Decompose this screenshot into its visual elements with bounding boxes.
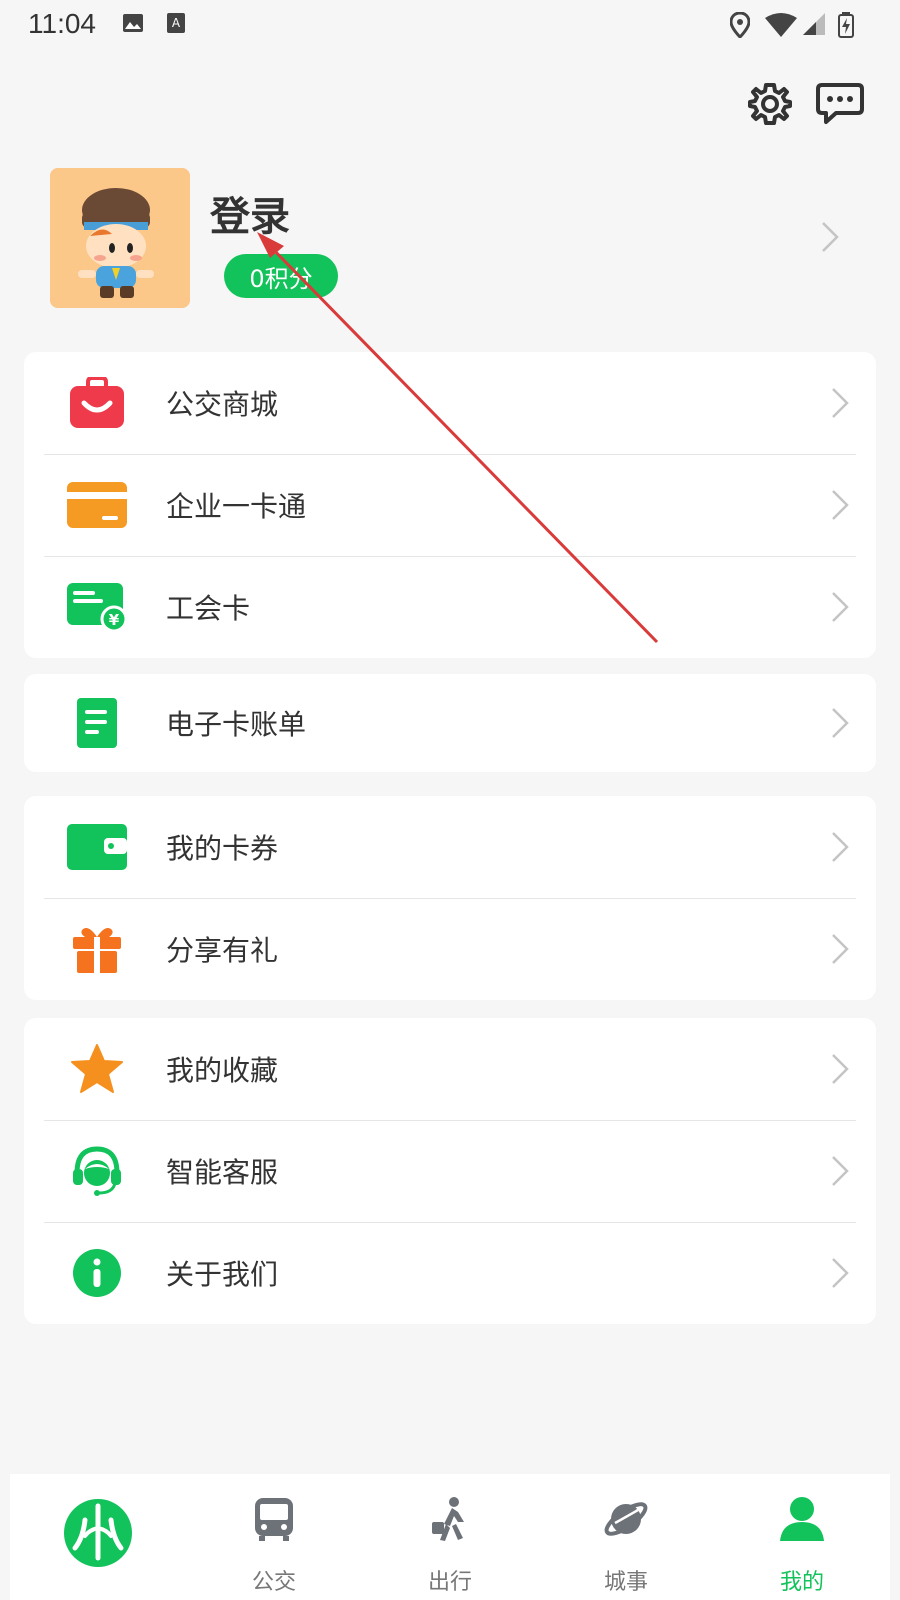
menu-item-label: 我的收藏 (166, 1054, 279, 1087)
chevron-right-icon (832, 592, 849, 622)
login-label[interactable]: 登录 (210, 184, 290, 242)
chat-icon (816, 83, 864, 124)
svg-text:A: A (172, 16, 181, 30)
menu-item-label: 工会卡 (166, 592, 251, 625)
menu-item-smart-service[interactable]: 智能客服 (24, 1120, 876, 1222)
tab-label: 我的 (779, 1570, 824, 1595)
chevron-right-icon (832, 1258, 849, 1288)
messages-button[interactable] (816, 80, 864, 128)
tab-city[interactable]: 城事 (538, 1474, 714, 1600)
menu-item-label: 公交商城 (166, 388, 279, 421)
gear-icon (748, 83, 792, 125)
chevron-right-icon (832, 708, 849, 738)
menu-item-e-card-bill[interactable]: 电子卡账单 (24, 674, 876, 772)
card-icon (66, 476, 128, 534)
star-icon (66, 1040, 128, 1098)
tab-home[interactable] (10, 1474, 186, 1600)
app-logo-icon (64, 1499, 132, 1567)
chevron-right-icon (832, 1054, 849, 1084)
menu-item-bus-mall[interactable]: 公交商城 (24, 352, 876, 454)
menu-item-my-favorites[interactable]: 我的收藏 (24, 1018, 876, 1120)
points-badge[interactable]: 0积分 (224, 254, 338, 298)
person-icon (780, 1497, 824, 1541)
tab-bus[interactable]: 公交 (186, 1474, 362, 1600)
tab-label: 公交 (251, 1570, 296, 1595)
chevron-right-icon (832, 934, 849, 964)
tab-travel[interactable]: 出行 (362, 1474, 538, 1600)
menu-item-union-card[interactable]: ¥ 工会卡 (24, 556, 876, 658)
settings-button[interactable] (746, 80, 794, 128)
menu-card-support: 我的收藏 智能客服 关于我们 (24, 1018, 876, 1324)
bus-icon (255, 1498, 293, 1541)
planet-icon (604, 1502, 648, 1536)
avatar-character-icon (50, 168, 190, 308)
tab-label: 出行 (427, 1570, 472, 1595)
headset-icon (66, 1142, 128, 1200)
tab-mine[interactable]: 我的 (714, 1474, 890, 1600)
chevron-right-icon (832, 1156, 849, 1186)
walking-icon (432, 1497, 464, 1541)
menu-item-label: 智能客服 (166, 1156, 279, 1189)
gift-icon (66, 920, 128, 978)
wallet-icon (66, 818, 128, 876)
a-icon: A (167, 13, 185, 33)
menu-item-label: 分享有礼 (166, 934, 279, 967)
menu-item-enterprise-card[interactable]: 企业一卡通 (24, 454, 876, 556)
chevron-right-icon (822, 222, 839, 252)
chevron-right-icon (832, 490, 849, 520)
battery-icon (838, 12, 854, 38)
union-card-icon: ¥ (66, 578, 128, 636)
location-icon (730, 12, 750, 38)
header-actions (746, 80, 864, 128)
image-icon (123, 14, 143, 32)
menu-item-label: 企业一卡通 (166, 490, 307, 523)
profile-section[interactable]: 登录 0积分 (50, 168, 870, 308)
menu-item-label: 我的卡券 (166, 832, 279, 865)
menu-item-label: 关于我们 (166, 1258, 279, 1291)
bill-icon (66, 694, 128, 752)
tab-label: 城事 (603, 1570, 648, 1595)
svg-text:¥: ¥ (109, 611, 120, 629)
avatar[interactable] (50, 168, 190, 308)
chevron-right-icon (832, 388, 849, 418)
info-icon (66, 1244, 128, 1302)
wifi-icon (765, 13, 797, 37)
shopping-bag-icon (66, 374, 128, 432)
menu-item-share-gift[interactable]: 分享有礼 (24, 898, 876, 1000)
status-time: 11:04 (28, 8, 96, 39)
menu-card-coupons: 我的卡券 分享有礼 (24, 796, 876, 1000)
menu-card-bills: 电子卡账单 (24, 674, 876, 772)
menu-item-label: 电子卡账单 (166, 708, 307, 741)
status-bar: 11:04 A (0, 0, 900, 48)
menu-item-about-us[interactable]: 关于我们 (24, 1222, 876, 1324)
chevron-right-icon (832, 832, 849, 862)
menu-item-my-coupons[interactable]: 我的卡券 (24, 796, 876, 898)
menu-card-services: 公交商城 企业一卡通 ¥ 工会卡 (24, 352, 876, 658)
signal-icon (803, 13, 825, 35)
bottom-tab-bar: 公交 出行 城事 我的 (10, 1474, 890, 1600)
